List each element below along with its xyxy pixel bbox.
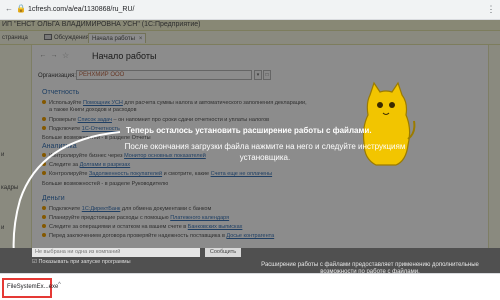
show-on-start-checkbox[interactable]: ☑ Показывать при запуске программы: [32, 259, 131, 265]
download-bar: FileSystemEx...exe ^: [0, 273, 500, 300]
lock-icon: 🔒: [16, 4, 26, 13]
browser-toolbar: ← 🔒 1cfresh.com/a/ea/1130868/ru_RU/ ⋮: [0, 0, 500, 20]
download-filename: FileSystemEx...exe: [7, 284, 59, 290]
company-field[interactable]: Не выбрана ни одна из компаний: [32, 248, 200, 257]
back-arrow-icon[interactable]: ←: [4, 4, 14, 14]
address-bar[interactable]: 1cfresh.com/a/ea/1130868/ru_RU/: [28, 3, 328, 16]
kebab-menu-icon[interactable]: ⋮: [486, 4, 496, 14]
report-button[interactable]: Сообщить: [205, 248, 241, 257]
instruction-title: Теперь осталось установить расширение ра…: [126, 126, 372, 135]
chevron-up-icon[interactable]: ^: [58, 282, 61, 288]
download-item[interactable]: FileSystemEx...exe: [2, 278, 58, 298]
checkbox-label: Показывать при запуске программы: [38, 259, 131, 265]
instruction-text: После окончания загрузки файла нажмите н…: [124, 142, 406, 162]
